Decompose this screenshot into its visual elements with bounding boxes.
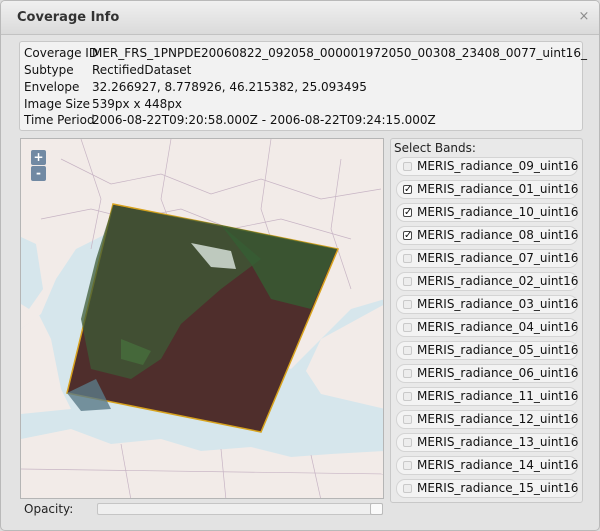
info-key: Image Size bbox=[24, 97, 91, 111]
band-label: MERIS_radiance_14_uint16 bbox=[417, 458, 579, 472]
subtype-value: RectifiedDataset bbox=[92, 63, 192, 77]
band-checkbox[interactable]: ✓ bbox=[403, 185, 412, 195]
bands-title: Select Bands: bbox=[394, 141, 476, 155]
dialog-title: Coverage Info bbox=[17, 10, 120, 25]
info-key: Time Period bbox=[24, 113, 95, 127]
coverage-info-panel: Coverage ID MER_FRS_1PNPDE20060822_09205… bbox=[19, 41, 587, 131]
band-label: MERIS_radiance_03_uint16 bbox=[417, 297, 579, 311]
band-label: MERIS_radiance_11_uint16 bbox=[417, 389, 579, 403]
band-option[interactable]: ✓ MERIS_radiance_08_uint16 bbox=[396, 226, 578, 245]
band-option[interactable]: ✓ MERIS_radiance_01_uint16 bbox=[396, 180, 578, 199]
band-option[interactable]: ✓ MERIS_radiance_10_uint16 bbox=[396, 203, 578, 222]
opacity-slider-handle[interactable] bbox=[370, 503, 383, 515]
image-size-value: 539px x 448px bbox=[92, 97, 182, 111]
band-selector: Select Bands: MERIS_radiance_09_uint16 ✓… bbox=[390, 138, 583, 503]
band-checkbox[interactable] bbox=[403, 438, 412, 447]
opacity-label: Opacity: bbox=[24, 502, 74, 516]
band-option[interactable]: MERIS_radiance_13_uint16 bbox=[396, 433, 578, 452]
band-option[interactable]: MERIS_radiance_09_uint16 bbox=[396, 157, 578, 176]
map-view[interactable]: + - bbox=[20, 138, 384, 499]
band-checkbox[interactable] bbox=[403, 162, 412, 171]
band-label: MERIS_radiance_08_uint16 bbox=[417, 228, 579, 242]
band-label: MERIS_radiance_10_uint16 bbox=[417, 205, 579, 219]
band-checkbox[interactable]: ✓ bbox=[403, 231, 412, 241]
band-option[interactable]: MERIS_radiance_03_uint16 bbox=[396, 295, 578, 314]
info-key: Subtype bbox=[24, 63, 74, 77]
band-checkbox[interactable] bbox=[403, 369, 412, 378]
dialog-titlebar[interactable]: Coverage Info × bbox=[1, 1, 599, 35]
zoom-in-button[interactable]: + bbox=[31, 150, 46, 165]
band-checkbox[interactable] bbox=[403, 346, 412, 355]
band-option[interactable]: MERIS_radiance_15_uint16 bbox=[396, 479, 578, 498]
band-option[interactable]: MERIS_radiance_11_uint16 bbox=[396, 387, 578, 406]
band-label: MERIS_radiance_15_uint16 bbox=[417, 481, 579, 495]
opacity-slider[interactable] bbox=[97, 503, 383, 515]
band-option[interactable]: MERIS_radiance_04_uint16 bbox=[396, 318, 578, 337]
band-label: MERIS_radiance_02_uint16 bbox=[417, 274, 579, 288]
zoom-controls: + - bbox=[31, 150, 47, 182]
band-label: MERIS_radiance_07_uint16 bbox=[417, 251, 579, 265]
band-option[interactable]: MERIS_radiance_07_uint16 bbox=[396, 249, 578, 268]
band-label: MERIS_radiance_06_uint16 bbox=[417, 366, 579, 380]
band-option[interactable]: MERIS_radiance_05_uint16 bbox=[396, 341, 578, 360]
coverage-id-value: MER_FRS_1PNPDE20060822_092058_0000019720… bbox=[92, 46, 587, 60]
band-checkbox[interactable] bbox=[403, 277, 412, 286]
map-canvas bbox=[21, 139, 383, 498]
info-key: Coverage ID bbox=[24, 46, 99, 60]
band-option[interactable]: MERIS_radiance_12_uint16 bbox=[396, 410, 578, 429]
band-checkbox[interactable]: ✓ bbox=[403, 208, 412, 218]
band-option[interactable]: MERIS_radiance_06_uint16 bbox=[396, 364, 578, 383]
band-label: MERIS_radiance_09_uint16 bbox=[417, 159, 579, 173]
band-option[interactable]: MERIS_radiance_14_uint16 bbox=[396, 456, 578, 475]
band-checkbox[interactable] bbox=[403, 254, 412, 263]
coverage-info-dialog: Coverage Info × Coverage ID MER_FRS_1PNP… bbox=[0, 0, 600, 531]
band-checkbox[interactable] bbox=[403, 300, 412, 309]
zoom-out-button[interactable]: - bbox=[31, 166, 46, 181]
close-icon[interactable]: × bbox=[577, 10, 591, 24]
band-checkbox[interactable] bbox=[403, 461, 412, 470]
band-checkbox[interactable] bbox=[403, 415, 412, 424]
band-checkbox[interactable] bbox=[403, 323, 412, 332]
info-key: Envelope bbox=[24, 80, 80, 94]
band-label: MERIS_radiance_12_uint16 bbox=[417, 412, 579, 426]
band-label: MERIS_radiance_01_uint16 bbox=[417, 182, 579, 196]
time-period-value: 2006-08-22T09:20:58.000Z - 2006-08-22T09… bbox=[92, 113, 436, 127]
band-label: MERIS_radiance_04_uint16 bbox=[417, 320, 579, 334]
envelope-value: 32.266927, 8.778926, 46.215382, 25.09349… bbox=[92, 80, 367, 94]
band-label: MERIS_radiance_05_uint16 bbox=[417, 343, 579, 357]
band-option[interactable]: MERIS_radiance_02_uint16 bbox=[396, 272, 578, 291]
band-label: MERIS_radiance_13_uint16 bbox=[417, 435, 579, 449]
band-checkbox[interactable] bbox=[403, 392, 412, 401]
band-checkbox[interactable] bbox=[403, 484, 412, 493]
